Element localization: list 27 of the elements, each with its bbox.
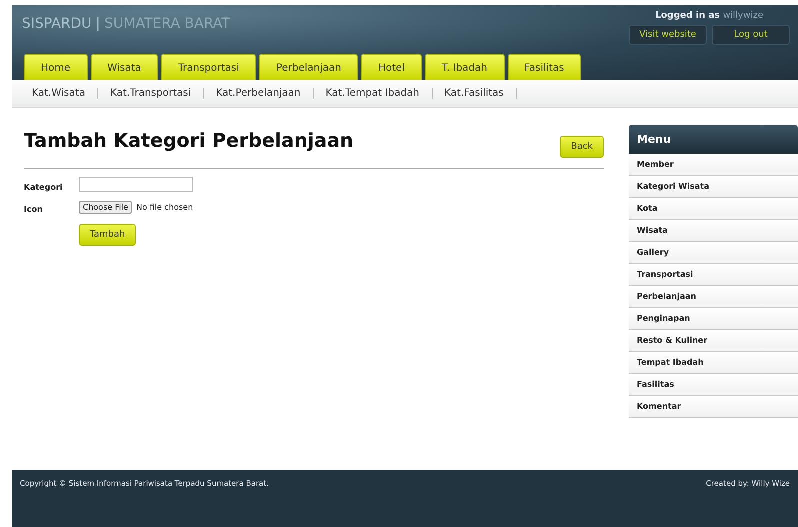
logout-button[interactable]: Log out bbox=[712, 25, 790, 45]
nav-tab[interactable]: Perbelanjaan bbox=[259, 54, 358, 80]
nav-tab[interactable]: Fasilitas bbox=[508, 54, 582, 80]
field-label: Icon bbox=[24, 204, 44, 214]
kategori-input[interactable] bbox=[79, 177, 193, 192]
subnav-link[interactable]: Kat.Transportasi bbox=[98, 88, 204, 99]
subnav-link[interactable]: Kat.Fasilitas bbox=[432, 88, 517, 99]
page-title: Tambah Kategori Perbelanjaan bbox=[24, 130, 354, 152]
site-title: SISPARDU bbox=[22, 16, 92, 32]
site-subtitle: SUMATERA BARAT bbox=[104, 16, 230, 32]
file-status-text: No file chosen bbox=[136, 202, 194, 212]
title-divider: | bbox=[96, 16, 100, 32]
nav-tab[interactable]: Home bbox=[24, 54, 88, 80]
nav-tab[interactable]: Wisata bbox=[90, 54, 158, 80]
subnav-link[interactable]: Kat.Wisata bbox=[32, 88, 98, 99]
submit-button[interactable]: Tambah bbox=[79, 224, 136, 246]
choose-file-button[interactable]: Choose File bbox=[79, 200, 132, 214]
nav-tab[interactable]: Hotel bbox=[361, 54, 422, 80]
subnav-link[interactable]: Kat.Perbelanjaan bbox=[204, 88, 314, 99]
nav-tab[interactable]: Transportasi bbox=[161, 54, 256, 80]
logged-in-text: Logged in as willywize bbox=[656, 11, 764, 21]
field-label: Kategori bbox=[24, 182, 64, 192]
menu-header: Menu bbox=[629, 125, 798, 154]
visit-website-button[interactable]: Visit website bbox=[629, 25, 707, 45]
subnav-link[interactable]: Kat.Tempat Ibadah bbox=[314, 88, 433, 99]
nav-tab[interactable]: T. Ibadah bbox=[424, 54, 505, 80]
back-button[interactable]: Back bbox=[560, 136, 604, 158]
